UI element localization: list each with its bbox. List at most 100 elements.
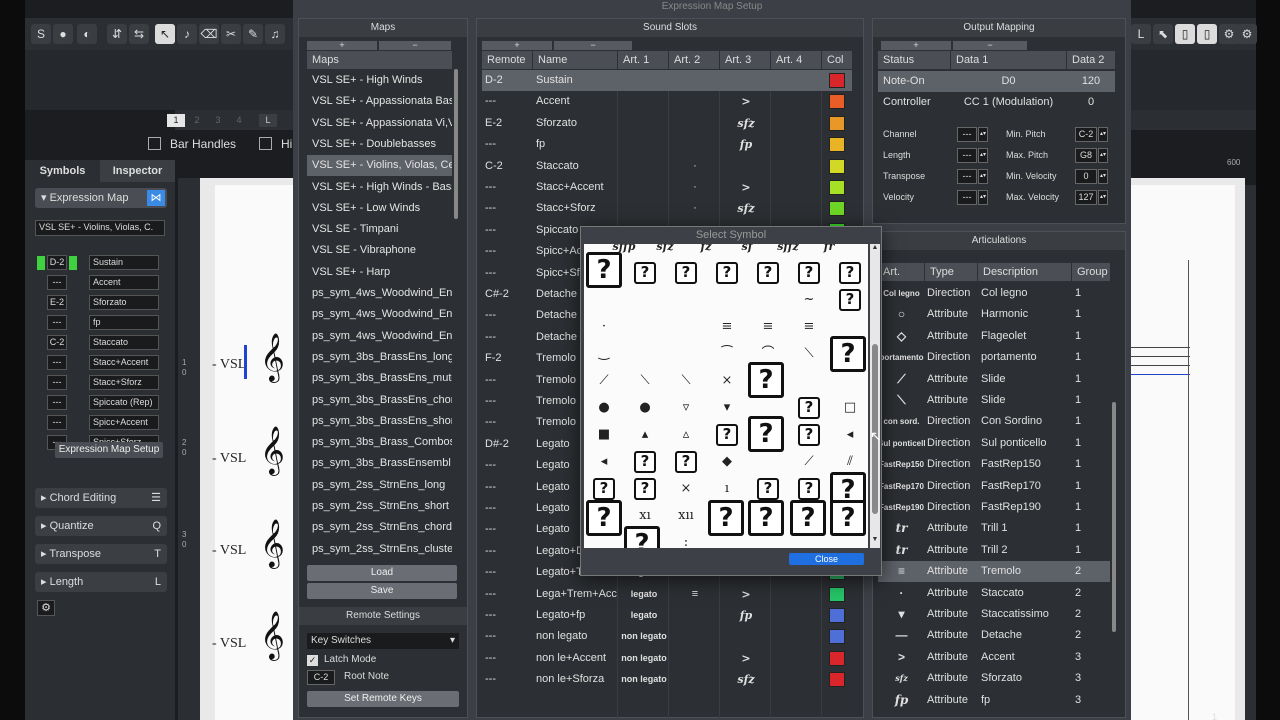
symbol-cell[interactable]: ≡ [748,314,788,340]
add-map-button[interactable]: + [307,41,377,50]
stepper-icon[interactable]: ▴▾ [1098,148,1108,163]
bar-handles-checkbox[interactable] [148,137,161,150]
output-field-value[interactable]: --- [957,148,977,163]
stepper-icon[interactable]: ▴▾ [1098,190,1108,205]
score-scrollbar[interactable] [1245,185,1256,720]
symbol-cell[interactable]: ≡ [707,314,747,340]
scissors-tool-icon[interactable]: ✂ [221,24,241,44]
symbol-cell[interactable]: ⟋ [789,449,829,475]
stepper-icon[interactable]: ▴▾ [978,169,988,184]
slot-art1[interactable]: legato [619,584,669,605]
map-item[interactable]: VSL SE - Vibraphone [307,240,452,261]
unknown-symbol-icon[interactable]: ? [624,526,660,548]
symbol-cell[interactable]: ⟋ [584,368,624,394]
unknown-symbol-icon[interactable]: ? [634,478,656,500]
symbol-cell[interactable]: ⟍ [625,368,665,394]
map-item[interactable]: ps_sym_3bs_BrassEns_short [307,411,452,432]
articulations-scrollbar[interactable] [1112,402,1116,632]
inspector-slot-remote[interactable]: D-2 [47,255,67,270]
record-icon[interactable]: S [31,24,51,44]
tab-symbols[interactable]: Symbols [25,160,100,182]
inspector-slot-remote[interactable]: --- [47,415,67,430]
map-item[interactable]: ps_sym_3bs_Brass_Combos [307,432,452,453]
unknown-symbol-icon[interactable]: ? [634,262,656,284]
symbol-cell[interactable]: xıı [666,503,706,529]
expression-map-setup-button[interactable]: Expression Map Setup [55,442,163,458]
slot-art3[interactable]: > [721,91,771,112]
slot-color-swatch[interactable] [829,94,845,110]
map-item[interactable]: VSL SE - Timpani [307,219,452,240]
map-item[interactable]: VSL SE+ - Appassionata Vi,V [307,113,452,134]
output-field-value[interactable]: --- [957,169,977,184]
slot-color-swatch[interactable] [829,201,845,217]
latch-mode-checkbox[interactable]: ✓ [307,655,318,666]
slot-art2[interactable]: · [670,156,720,177]
note-tool-icon[interactable]: ♪ [177,24,197,44]
symbol-cell[interactable]: ▾ [707,395,747,421]
stepper-icon[interactable]: ▴▾ [1098,169,1108,184]
slot-color-swatch[interactable] [829,73,845,88]
settings-icon[interactable]: ⚙ [1219,24,1239,44]
map-item[interactable]: VSL SE+ - Harp [307,262,452,283]
map-item[interactable]: ps_sym_4ws_Woodwind_Ens [307,326,452,347]
inspector-slot-name[interactable]: Spiccato (Rep) [89,395,159,410]
add-output-button[interactable]: + [881,41,951,50]
layout-panel-button[interactable]: ▯ [1175,24,1195,44]
unknown-symbol-icon[interactable]: ? [708,500,744,536]
slot-art3[interactable]: sfz [721,113,771,134]
stepper-icon[interactable]: ▴▾ [978,190,988,205]
inspector-slot-name[interactable]: Sforzato [89,295,159,310]
map-item[interactable]: VSL SE+ - High Winds [307,70,452,91]
unknown-symbol-icon[interactable]: ? [839,262,861,284]
inspector-slot-remote[interactable]: --- [47,375,67,390]
symbol-cell[interactable]: sfz [645,244,685,260]
expression-map-select[interactable]: VSL SE+ - Violins, Violas, C. [35,220,165,236]
slot-art3[interactable] [721,626,771,647]
map-item[interactable]: VSL SE+ - High Winds - Bass [307,177,452,198]
close-button[interactable]: Close [789,553,864,565]
symbol-cell[interactable]: ▵ [666,422,706,448]
slot-art1[interactable] [619,156,669,177]
symbol-cell[interactable]: ◂ [584,449,624,475]
map-item[interactable]: VSL SE+ - Appassionata Bas [307,91,452,112]
symbol-cell[interactable]: ⟍ [666,368,706,394]
symbol-cell[interactable]: ● [584,395,624,421]
map-item[interactable]: ps_sym_2ss_StrnEns_short [307,496,452,517]
output-field-value[interactable]: G8 [1075,148,1097,163]
hide-checkbox[interactable] [259,137,272,150]
slot-art2[interactable] [670,648,720,669]
bowtie-icon[interactable]: ⋈ [147,190,165,206]
stepper-icon[interactable]: ▴▾ [1098,127,1108,142]
map-item[interactable]: ps_sym_3bs_BrassEns_chor [307,390,452,411]
map-item[interactable]: ps_sym_3bs_BrassEnsembl [307,453,452,474]
scroll-down-icon[interactable]: ▼ [871,536,879,546]
symbol-cell[interactable]: : [666,530,706,548]
slot-art1[interactable] [619,134,669,155]
speaker-tool-icon[interactable]: ♫ [265,24,285,44]
slot-art2[interactable]: ≡ [670,584,720,605]
expression-map-section[interactable]: ▾ Expression Map ⋈ [35,188,167,208]
symbol-cell[interactable]: ▴ [625,422,665,448]
slot-color-swatch[interactable] [829,672,845,688]
symbol-cell[interactable]: sffz [768,244,808,260]
unknown-symbol-icon[interactable]: ? [716,262,738,284]
length-section[interactable]: ▸ Length L [35,572,167,592]
page-button-4[interactable]: 4 [230,114,248,127]
unknown-symbol-icon[interactable]: ? [830,336,866,372]
slot-art2[interactable] [670,134,720,155]
slot-color-swatch[interactable] [829,180,845,195]
symbol-cell[interactable]: ≡ [789,314,829,340]
quantize-section[interactable]: ▸ Quantize Q [35,516,167,536]
set-remote-keys-button[interactable]: Set Remote Keys [307,691,459,707]
stepper-icon[interactable]: ▴▾ [978,148,988,163]
symbol-cell[interactable]: ⟍ [789,341,829,367]
glue-tool-icon[interactable]: ✎ [243,24,263,44]
unknown-symbol-icon[interactable]: ? [839,289,861,311]
tab-inspector[interactable]: Inspector [100,160,175,182]
output-field-value[interactable]: 0 [1075,169,1097,184]
slot-art2[interactable] [670,91,720,112]
maps-scrollbar[interactable] [454,69,458,219]
page-button-2[interactable]: 2 [188,114,206,127]
page-button-1[interactable]: 1 [167,114,185,127]
symbol-cell[interactable]: ◂ [830,422,868,448]
